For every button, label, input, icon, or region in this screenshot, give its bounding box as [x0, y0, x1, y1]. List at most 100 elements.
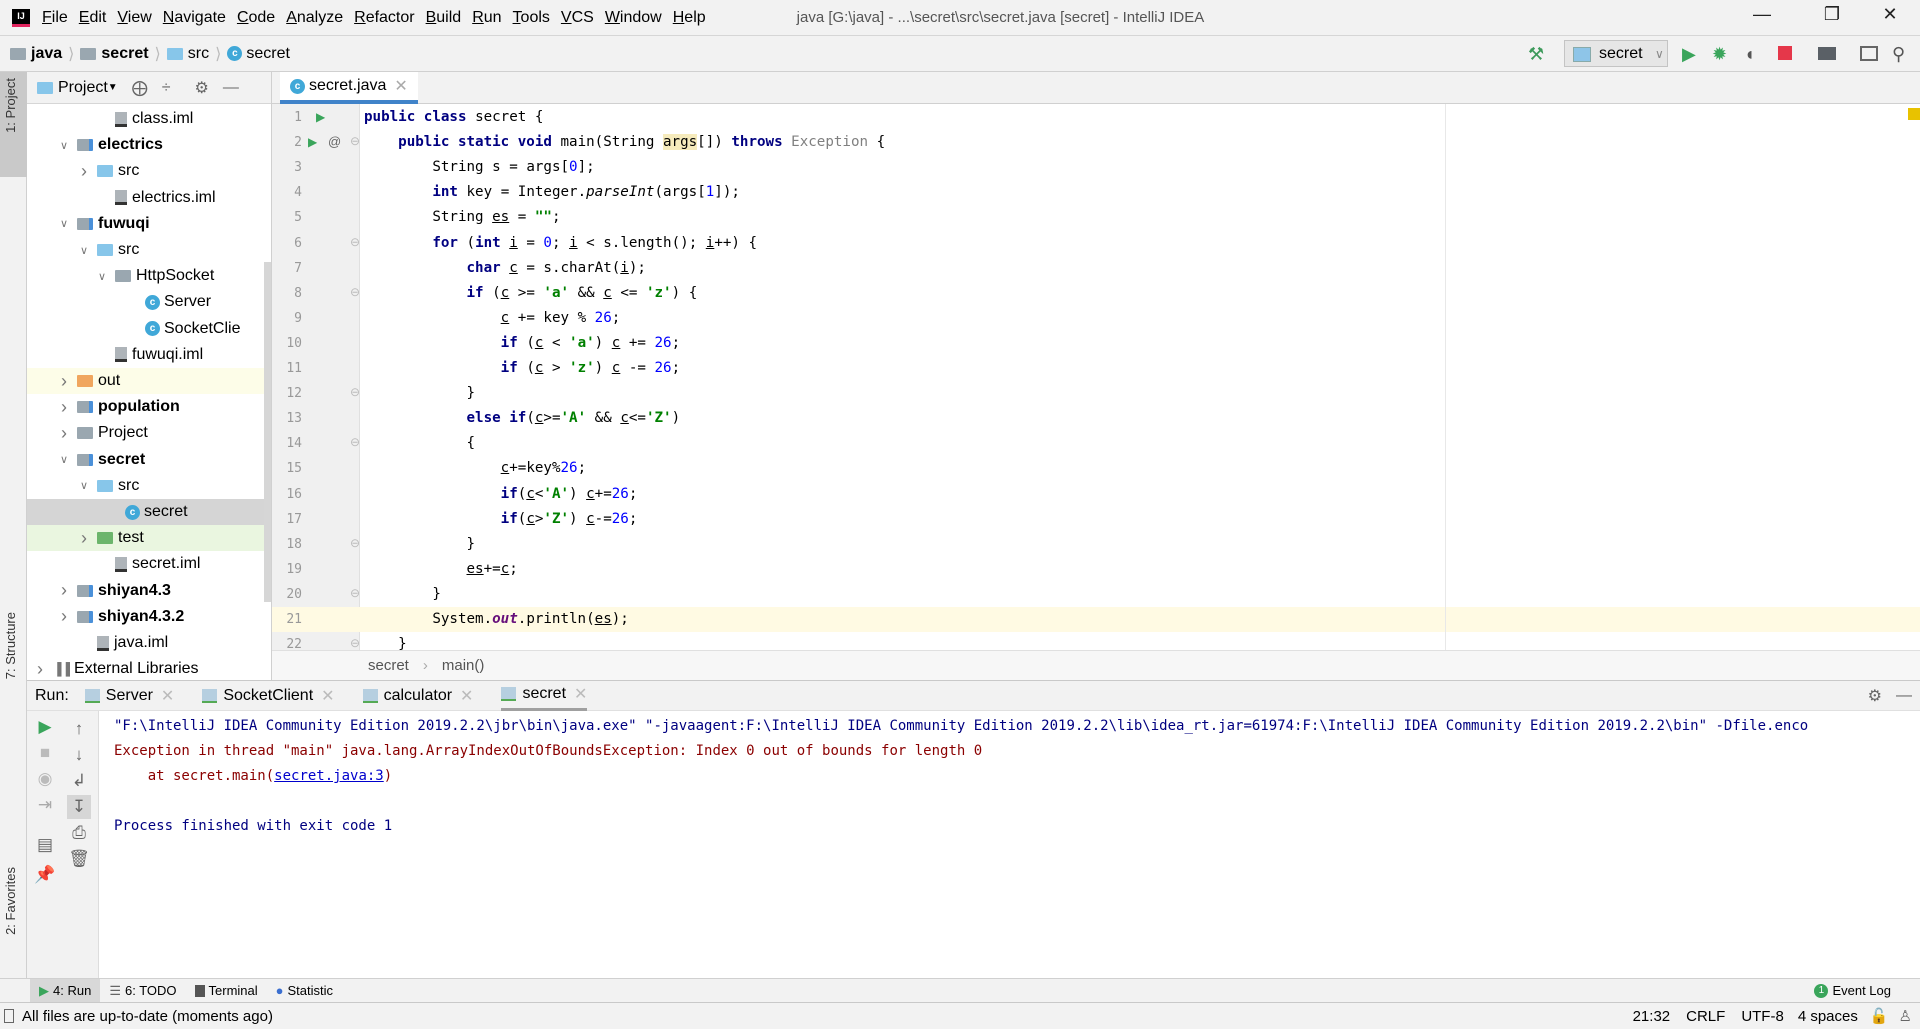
stack-trace-link[interactable]: secret.java:3: [274, 768, 384, 784]
coverage-icon[interactable]: ◖: [1744, 44, 1755, 65]
breadcrumb-class[interactable]: secret: [368, 657, 409, 674]
menu-vcs[interactable]: VCS: [561, 9, 594, 27]
chevron-right-icon[interactable]: ›: [57, 423, 71, 444]
close-icon[interactable]: ✕: [1870, 4, 1910, 30]
tree-item[interactable]: › src: [27, 158, 271, 184]
soft-wrap-icon[interactable]: ↲: [67, 769, 91, 793]
favorites-stripe-label[interactable]: 2: Favorites: [3, 867, 18, 935]
search-icon[interactable]: ⚲: [1892, 44, 1905, 65]
restore-icon[interactable]: ❐: [1812, 4, 1852, 30]
menu-edit[interactable]: Edit: [79, 9, 107, 27]
project-view-select[interactable]: Project: [58, 79, 108, 97]
menu-file[interactable]: File: [42, 9, 68, 27]
tree-item[interactable]: java.iml: [27, 630, 271, 656]
tree-item[interactable]: class.iml: [27, 106, 271, 132]
tree-item[interactable]: electrics.iml: [27, 185, 271, 211]
terminal-tool-button[interactable]: Terminal: [186, 979, 267, 1003]
fold-marker-icon[interactable]: ⊖: [350, 235, 360, 249]
run-tab-secret[interactable]: secret ✕: [501, 681, 588, 711]
pin-icon[interactable]: 📌: [33, 863, 57, 887]
build-hammer-icon[interactable]: ⚒: [1528, 44, 1544, 65]
chevron-down-icon[interactable]: ∨: [57, 217, 71, 230]
status-toggle-icon[interactable]: [4, 1009, 14, 1023]
tree-item[interactable]: c secret: [27, 499, 271, 525]
tree-item[interactable]: › out: [27, 368, 271, 394]
fold-marker-icon[interactable]: ⊖: [350, 385, 360, 399]
scroll-to-end-icon[interactable]: ↧: [67, 795, 91, 819]
crumb-secret[interactable]: secret ⟩: [80, 44, 161, 64]
close-tab-icon[interactable]: ✕: [460, 686, 473, 706]
statistic-tool-button[interactable]: ● Statistic: [267, 979, 342, 1003]
run-configuration-select[interactable]: secret ∨: [1564, 40, 1668, 67]
todo-tool-button[interactable]: ☰ 6: TODO: [100, 979, 185, 1003]
caret-position[interactable]: 21:32: [1633, 1008, 1671, 1025]
close-tab-icon[interactable]: ✕: [161, 686, 174, 706]
chevron-right-icon[interactable]: ›: [57, 580, 71, 601]
chevron-right-icon[interactable]: ›: [77, 161, 91, 182]
menu-help[interactable]: Help: [673, 9, 706, 27]
crumb-secret-class[interactable]: c secret: [227, 45, 290, 63]
locate-icon[interactable]: ⨁: [132, 78, 148, 98]
hide-icon[interactable]: —: [1896, 687, 1912, 705]
tree-item[interactable]: › Project: [27, 420, 271, 446]
close-tab-icon[interactable]: ✕: [394, 76, 407, 96]
close-tab-icon[interactable]: ✕: [321, 686, 334, 706]
layout-icon[interactable]: ▤: [33, 833, 57, 857]
project-structure-icon[interactable]: [1818, 47, 1836, 60]
terminal-icon[interactable]: [1860, 46, 1878, 61]
event-log-button[interactable]: 1 Event Log: [1805, 979, 1900, 1003]
hide-icon[interactable]: —: [223, 79, 239, 97]
crumb-java[interactable]: java ⟩: [10, 44, 74, 64]
tab-secret-java[interactable]: c secret.java ✕: [280, 72, 418, 104]
run-icon[interactable]: ▶: [1682, 44, 1696, 65]
chevron-down-icon[interactable]: ∨: [95, 270, 109, 283]
project-stripe-label[interactable]: 1: Project: [3, 78, 18, 133]
code-area[interactable]: public class secret { public static void…: [360, 104, 1920, 650]
tree-item[interactable]: ∨ src: [27, 473, 271, 499]
run-tool-button[interactable]: ▶ 4: Run: [30, 978, 101, 1003]
debug-icon[interactable]: ✹: [1712, 44, 1727, 65]
tree-item[interactable]: › population: [27, 394, 271, 420]
run-tab-server[interactable]: Server ✕: [84, 681, 174, 711]
lock-icon[interactable]: 🔓: [1870, 1007, 1889, 1025]
tree-item[interactable]: › shiyan4.3.2: [27, 604, 271, 630]
fold-marker-icon[interactable]: ⊖: [350, 134, 360, 148]
run-gutter-icon[interactable]: ▶: [308, 135, 317, 149]
chevron-down-icon[interactable]: ∨: [77, 244, 91, 257]
run-tab-socketclient[interactable]: SocketClient ✕: [202, 681, 335, 711]
menu-code[interactable]: Code: [237, 9, 275, 27]
chevron-down-icon[interactable]: ∨: [57, 453, 71, 466]
up-arrow-icon[interactable]: ↑: [67, 717, 91, 741]
tree-item[interactable]: fuwuqi.iml: [27, 342, 271, 368]
file-encoding[interactable]: UTF-8: [1741, 1008, 1784, 1025]
stop-icon[interactable]: ■: [33, 741, 57, 765]
collapse-all-icon[interactable]: ÷: [162, 79, 171, 97]
tree-item[interactable]: c Server: [27, 289, 271, 315]
close-tab-icon[interactable]: ✕: [574, 684, 587, 704]
tree-item[interactable]: ∨ fuwuqi: [27, 211, 271, 237]
run-gutter-icon[interactable]: ▶: [316, 110, 325, 124]
menu-analyze[interactable]: Analyze: [286, 9, 343, 27]
down-arrow-icon[interactable]: ↓: [67, 743, 91, 767]
tree-scrollbar[interactable]: [264, 262, 271, 602]
tree-item[interactable]: › test: [27, 525, 271, 552]
menu-refactor[interactable]: Refactor: [354, 9, 414, 27]
exit-icon[interactable]: ⇥: [33, 793, 57, 817]
fold-marker-icon[interactable]: ⊖: [350, 285, 360, 299]
inspector-icon[interactable]: ♙: [1899, 1007, 1912, 1025]
print-icon[interactable]: ⎙: [67, 821, 91, 845]
menu-run[interactable]: Run: [472, 9, 501, 27]
chevron-right-icon[interactable]: ›: [77, 528, 91, 549]
minimize-icon[interactable]: —: [1742, 4, 1782, 30]
menu-build[interactable]: Build: [426, 9, 462, 27]
tree-item[interactable]: › shiyan4.3: [27, 578, 271, 604]
structure-stripe-label[interactable]: 7: Structure: [3, 612, 18, 679]
run-tab-calculator[interactable]: calculator ✕: [362, 681, 473, 711]
menu-tools[interactable]: Tools: [513, 9, 550, 27]
tree-item[interactable]: ∨ HttpSocket: [27, 263, 271, 289]
line-separator[interactable]: CRLF: [1686, 1008, 1725, 1025]
tree-item[interactable]: ∨ secret: [27, 447, 271, 473]
rerun-icon[interactable]: ▶: [33, 715, 57, 739]
camera-icon[interactable]: ◉: [33, 767, 57, 791]
chevron-right-icon[interactable]: ›: [33, 659, 47, 680]
